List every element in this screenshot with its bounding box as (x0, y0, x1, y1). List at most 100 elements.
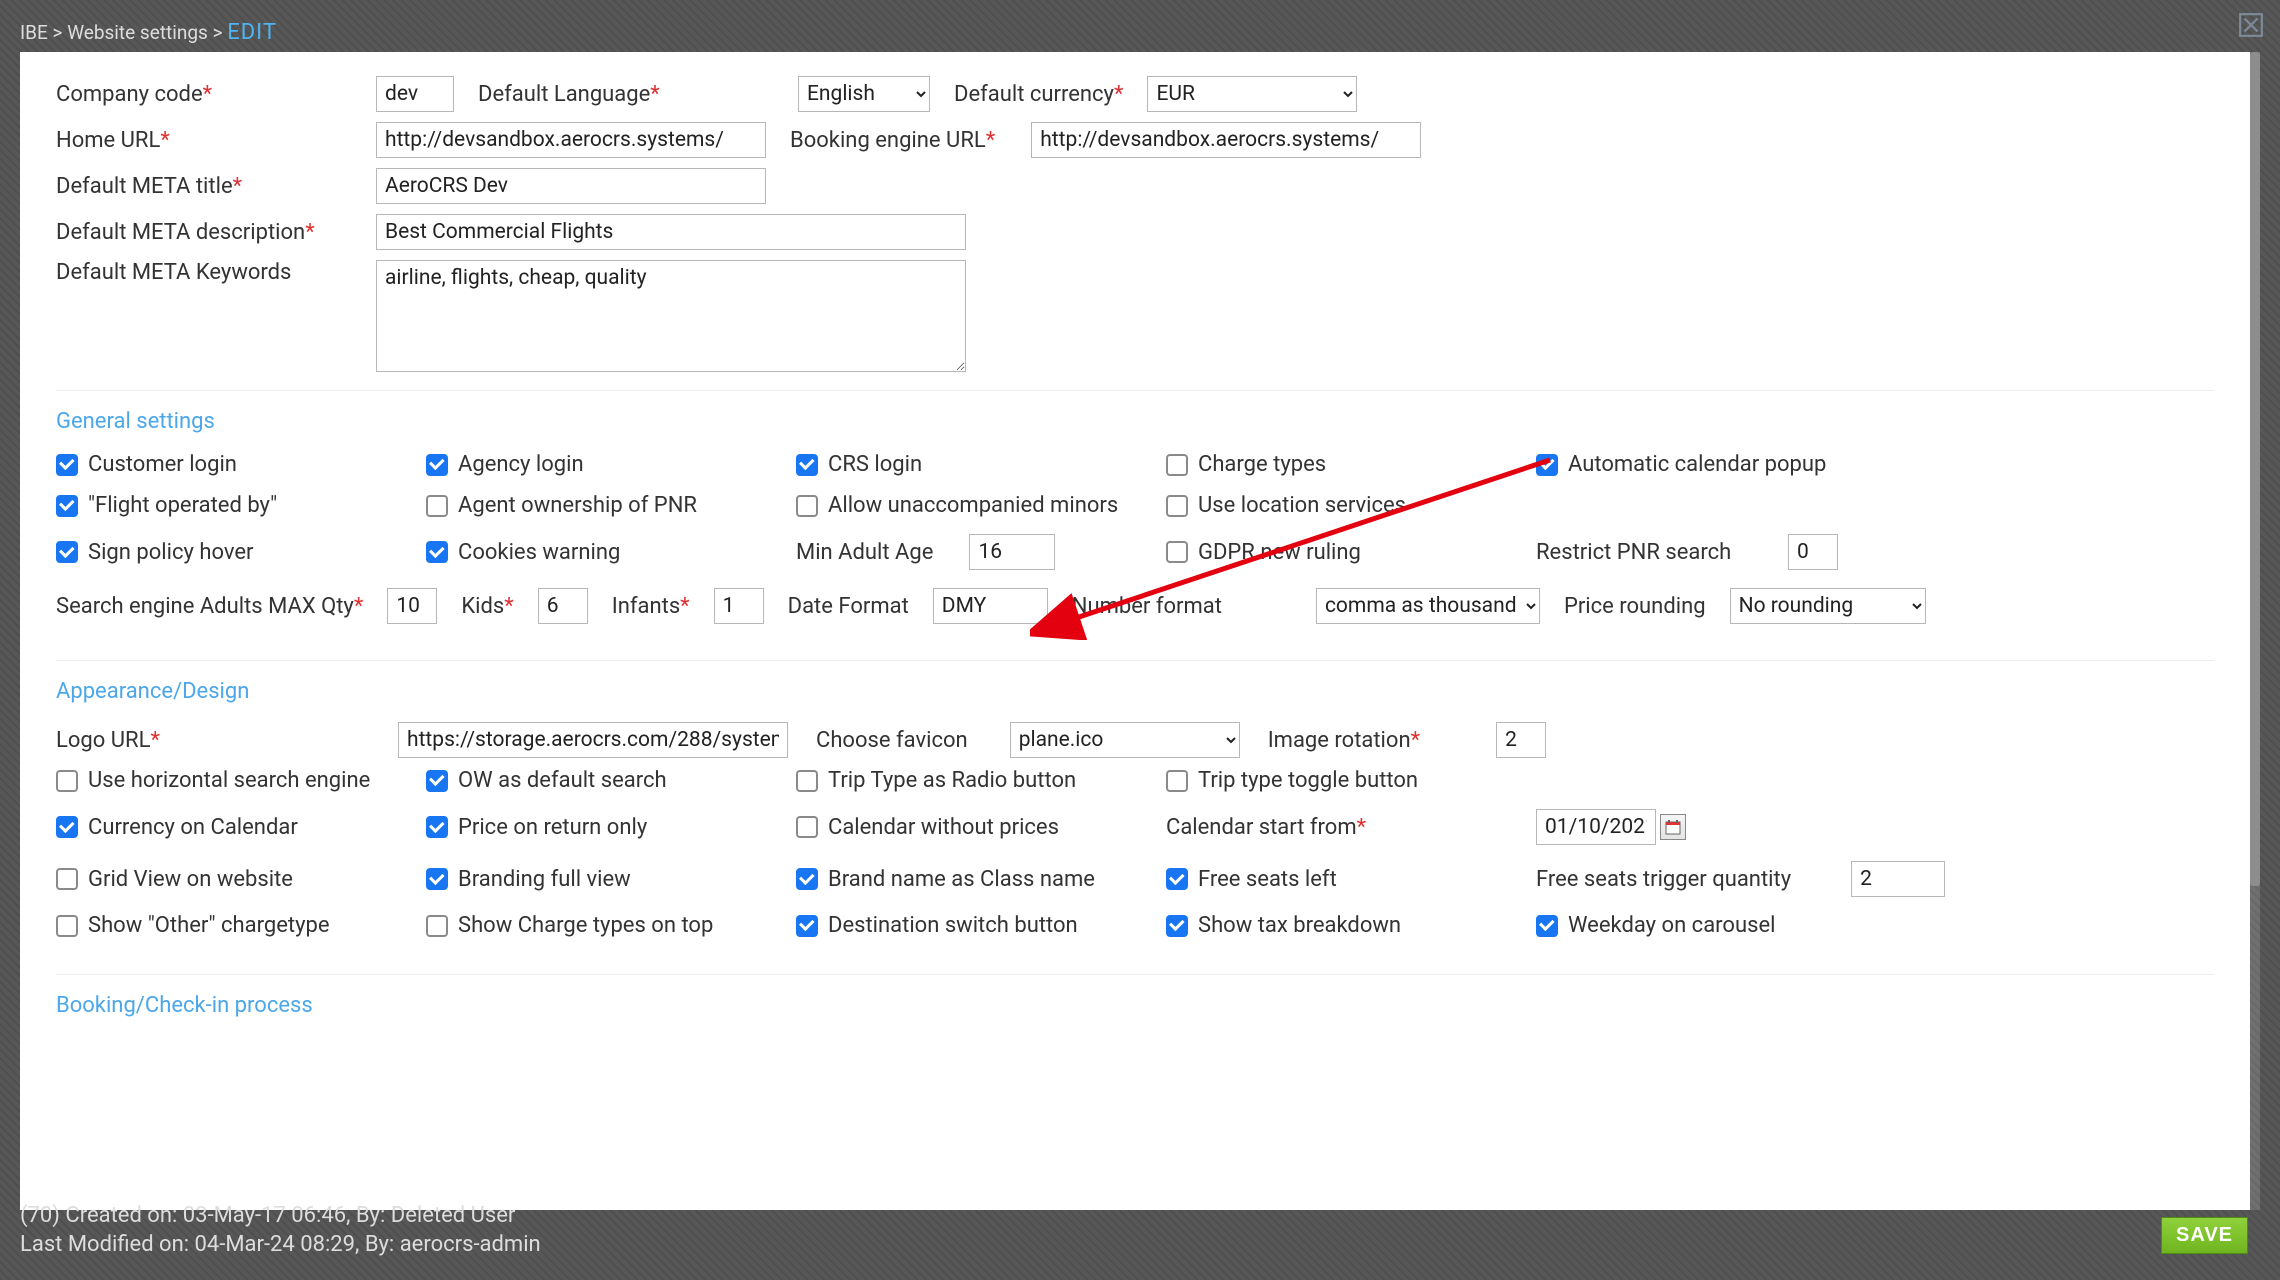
checkbox-label-sign-policy-hover: Sign policy hover (88, 540, 254, 565)
checkbox-label-dest-switch: Destination switch button (828, 913, 1078, 938)
section-booking: Booking/Check-in process (56, 993, 2214, 1018)
checkbox-gdpr[interactable] (1166, 541, 1188, 563)
checkbox-weekday-carousel[interactable] (1536, 915, 1558, 937)
date-format-label: Date Format (788, 594, 909, 619)
min-adult-age-label: Min Adult Age (796, 540, 933, 565)
breadcrumb-ibe[interactable]: IBE (20, 21, 48, 44)
checkbox-allow-minors[interactable] (796, 495, 818, 517)
checkbox-label-price-return: Price on return only (458, 815, 647, 840)
checkbox-show-charge-top[interactable] (426, 915, 448, 937)
checkbox-label-weekday-carousel: Weekday on carousel (1568, 913, 1775, 938)
home-url-label: Home URL (56, 128, 160, 153)
checkbox-label-location-services: Use location services (1198, 493, 1406, 518)
favicon-select[interactable]: plane.ico (1010, 722, 1240, 758)
checkbox-label-agent-ownership: Agent ownership of PNR (458, 493, 697, 518)
calendar-start-label: Calendar start from (1166, 815, 1357, 840)
restrict-pnr-label: Restrict PNR search (1536, 540, 1752, 565)
default-currency-label: Default currency (954, 82, 1114, 107)
checkbox-sign-policy-hover[interactable] (56, 541, 78, 563)
min-adult-age-input[interactable] (969, 534, 1055, 570)
checkbox-label-customer-login: Customer login (88, 452, 237, 477)
checkbox-grid-view[interactable] (56, 868, 78, 890)
close-icon[interactable] (2236, 10, 2266, 40)
home-url-input[interactable] (376, 122, 766, 158)
checkbox-calendar-no-prices[interactable] (796, 816, 818, 838)
number-format-label: Number format (1072, 594, 1222, 619)
footer-created: (70) Created on: 03-May-17 06:46, By: De… (20, 1201, 541, 1231)
adults-max-input[interactable] (387, 588, 437, 624)
checkbox-label-gdpr: GDPR new ruling (1198, 540, 1361, 565)
checkbox-label-show-other-chargetype: Show "Other" chargetype (88, 913, 330, 938)
meta-keywords-textarea[interactable] (376, 260, 966, 372)
checkbox-free-seats[interactable] (1166, 868, 1188, 890)
default-language-label: Default Language (478, 82, 650, 107)
checkbox-trip-radio[interactable] (796, 770, 818, 792)
checkbox-customer-login[interactable] (56, 454, 78, 476)
checkbox-crs-login[interactable] (796, 454, 818, 476)
price-rounding-select[interactable]: No rounding (1730, 588, 1926, 624)
restrict-pnr-input[interactable] (1788, 534, 1838, 570)
image-rotation-label: Image rotation (1268, 728, 1411, 753)
checkbox-label-ow-default: OW as default search (458, 768, 667, 793)
checkbox-trip-toggle[interactable] (1166, 770, 1188, 792)
settings-panel: Company code* Default Language* English … (20, 52, 2250, 1210)
scrollbar[interactable] (2250, 52, 2260, 1210)
checkbox-label-grid-view: Grid View on website (88, 867, 293, 892)
number-format-select[interactable]: comma as thousand (1316, 588, 1540, 624)
checkbox-label-branding-full: Branding full view (458, 867, 631, 892)
checkbox-horizontal-search[interactable] (56, 770, 78, 792)
free-seats-trigger-input[interactable] (1851, 861, 1945, 897)
section-appearance: Appearance/Design (56, 679, 2214, 704)
checkbox-brand-class[interactable] (796, 868, 818, 890)
company-code-input[interactable] (376, 76, 454, 112)
free-seats-trigger-label: Free seats trigger quantity (1536, 867, 1791, 892)
meta-title-input[interactable] (376, 168, 766, 204)
checkbox-price-return[interactable] (426, 816, 448, 838)
checkbox-auto-calendar[interactable] (1536, 454, 1558, 476)
checkbox-label-charge-types: Charge types (1198, 452, 1326, 477)
checkbox-label-show-charge-top: Show Charge types on top (458, 913, 713, 938)
infants-label: Infants (612, 594, 680, 619)
date-format-input[interactable] (933, 588, 1048, 624)
checkbox-cookies-warning[interactable] (426, 541, 448, 563)
checkbox-label-allow-minors: Allow unaccompanied minors (828, 493, 1118, 518)
default-currency-select[interactable]: EUR (1147, 76, 1357, 112)
checkbox-label-cookies-warning: Cookies warning (458, 540, 620, 565)
scrollbar-thumb[interactable] (2250, 52, 2260, 886)
checkbox-charge-types[interactable] (1166, 454, 1188, 476)
checkbox-label-auto-calendar: Automatic calendar popup (1568, 452, 1826, 477)
checkbox-show-other-chargetype[interactable] (56, 915, 78, 937)
adults-max-label: Search engine Adults MAX Qty (56, 594, 354, 619)
default-language-select[interactable]: English (798, 76, 930, 112)
checkbox-flight-operated-by[interactable] (56, 495, 78, 517)
save-button[interactable]: SAVE (2161, 1217, 2248, 1254)
logo-url-input[interactable] (398, 722, 788, 758)
calendar-start-input[interactable] (1536, 809, 1656, 845)
checkbox-label-calendar-no-prices: Calendar without prices (828, 815, 1059, 840)
checkbox-ow-default[interactable] (426, 770, 448, 792)
checkbox-label-horizontal-search: Use horizontal search engine (88, 768, 370, 793)
checkbox-dest-switch[interactable] (796, 915, 818, 937)
calendar-icon[interactable] (1660, 814, 1686, 840)
breadcrumb-website-settings[interactable]: Website settings (67, 21, 208, 44)
checkbox-label-trip-radio: Trip Type as Radio button (828, 768, 1076, 793)
checkbox-label-trip-toggle: Trip type toggle button (1198, 768, 1418, 793)
meta-description-label: Default META description (56, 220, 305, 245)
checkbox-agency-login[interactable] (426, 454, 448, 476)
meta-description-input[interactable] (376, 214, 966, 250)
checkbox-label-currency-calendar: Currency on Calendar (88, 815, 298, 840)
checkbox-tax-breakdown[interactable] (1166, 915, 1188, 937)
breadcrumb: IBE > Website settings > EDIT (20, 20, 277, 45)
image-rotation-input[interactable] (1496, 722, 1546, 758)
checkbox-label-crs-login: CRS login (828, 452, 922, 477)
meta-keywords-label: Default META Keywords (56, 260, 291, 285)
kids-input[interactable] (538, 588, 588, 624)
choose-favicon-label: Choose favicon (816, 728, 968, 753)
checkbox-agent-ownership[interactable] (426, 495, 448, 517)
infants-input[interactable] (714, 588, 764, 624)
checkbox-currency-calendar[interactable] (56, 816, 78, 838)
booking-engine-url-input[interactable] (1031, 122, 1421, 158)
checkbox-branding-full[interactable] (426, 868, 448, 890)
checkbox-location-services[interactable] (1166, 495, 1188, 517)
checkbox-label-brand-class: Brand name as Class name (828, 867, 1095, 892)
